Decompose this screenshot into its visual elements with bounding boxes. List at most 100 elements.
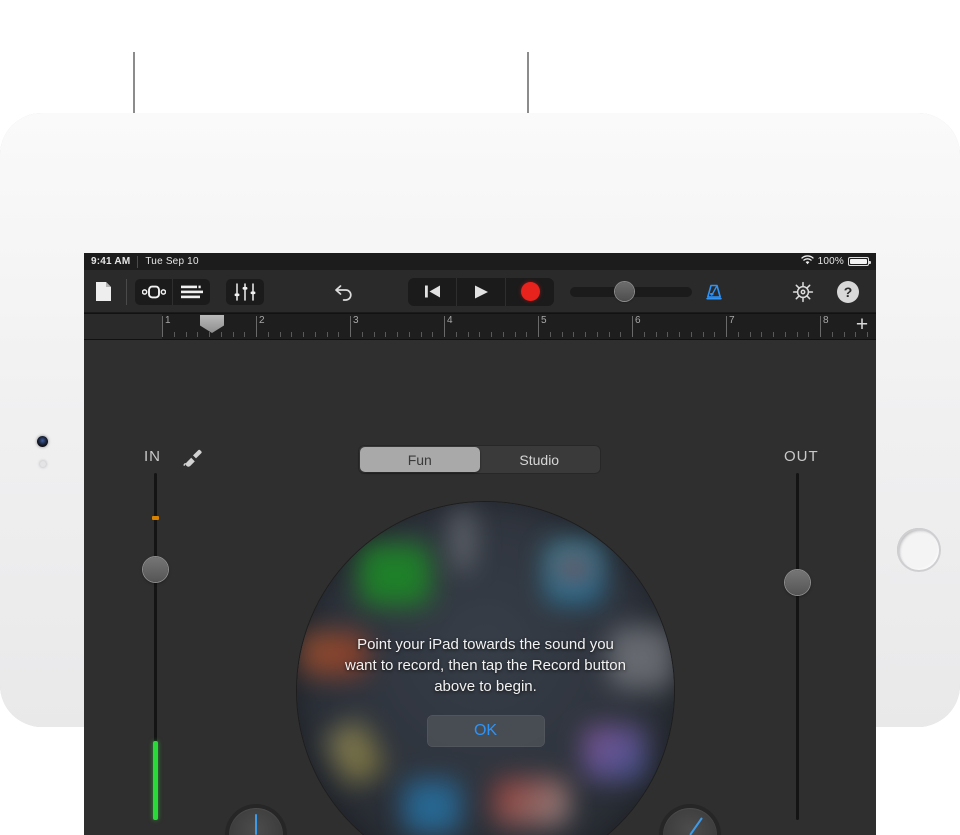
input-level-meter [153,741,158,820]
undo-arrow-icon[interactable] [330,277,360,307]
home-button[interactable] [897,528,941,572]
ruler-beat-tick [561,332,563,337]
ruler-bar-number: 6 [635,315,641,326]
ruler-bar-number: 5 [541,315,547,326]
wifi-icon [800,255,814,268]
battery-fill [850,259,867,264]
play-icon[interactable] [456,277,505,306]
ruler-bar-number: 8 [823,315,829,326]
ruler-beat-tick [855,332,857,337]
transport-controls [408,277,554,306]
audio-recorder-stage: IN Mic Channel OUT Off Monitor F [84,340,876,835]
ruler-beat-tick [867,332,868,337]
ruler-beat-tick [326,332,328,337]
ruler-beat-tick [338,332,340,337]
ruler-beat-tick [185,332,187,337]
status-bar-time: 9:41 AM [91,256,131,267]
status-bar-right-group: 100% [800,255,871,268]
ruler-beat-tick [420,332,422,337]
ruler-beat-tick [514,332,516,337]
ruler-beat-tick [773,332,774,337]
rewind-to-start-icon[interactable] [408,278,456,306]
tone-knob-indicator [255,814,257,835]
ruler-bar-line [632,316,633,337]
timeline-ruler[interactable]: + 12345678 [84,314,876,340]
ruler-beat-tick [479,332,481,337]
ok-button[interactable]: OK [426,715,545,747]
ruler-beat-tick [279,332,281,337]
status-bar-divider [137,255,139,268]
ruler-bar-line [726,316,727,337]
ruler-bar-number: 7 [729,315,735,326]
squeeze-knob-group: Squeeze [662,808,717,835]
ruler-beat-tick [291,332,293,337]
input-label: IN [144,448,161,465]
ruler-beat-tick [397,332,398,337]
ruler-left-pad [84,314,162,339]
ruler-beat-tick [455,332,457,337]
tracks-view-icon[interactable] [172,278,210,305]
battery-icon [848,257,871,266]
battery-percentage: 100% [817,256,844,267]
input-level-slider-thumb[interactable] [143,557,168,582]
tone-knob[interactable] [229,808,283,835]
mode-segmented-control: Fun Studio [358,445,601,474]
instruction-dialog: Point your iPad towards the sound you wa… [297,502,674,835]
ruler-beat-tick [502,332,504,337]
ruler-beat-tick [761,332,763,337]
ruler-beat-tick [209,332,210,337]
mode-tab-fun[interactable]: Fun [360,447,480,472]
status-bar-date: Tue Sep 10 [145,256,199,267]
ruler-bar-number: 1 [165,315,171,326]
dialog-message: Point your iPad towards the sound you wa… [344,636,626,695]
ruler-beat-tick [244,332,246,337]
output-level-slider-thumb[interactable] [785,570,810,595]
squeeze-knob[interactable] [662,808,717,835]
metronome-icon[interactable] [699,277,729,307]
ambient-light-sensor-icon [40,461,46,467]
ruler-beat-tick [232,332,234,337]
gear-icon[interactable] [788,277,818,307]
ruler-beat-tick [667,332,669,337]
playhead[interactable] [200,315,224,333]
ruler-bar-line [820,316,821,337]
ipad-screen: 9:41 AM Tue Sep 10 100% ? + 1 2 3 4 5 6 … [84,253,876,835]
output-label: OUT [784,448,819,465]
ruler-beat-tick [573,332,575,337]
ruler-beat-tick [220,332,222,337]
ruler-beat-tick [679,332,680,337]
ruler-beat-tick [526,332,528,337]
audio-jack-icon[interactable] [182,446,203,472]
ruler-beat-tick [831,332,833,337]
ruler-bar-number: 2 [259,315,265,326]
ruler-beat-tick [303,332,304,337]
ruler-beat-tick [385,332,387,337]
ruler-beat-tick [714,332,716,337]
ruler-bar-line [162,316,163,337]
document-icon[interactable] [84,270,122,313]
ruler-track[interactable]: + 12345678 [162,314,876,339]
record-dot-icon [520,282,540,301]
master-volume-slider[interactable] [570,281,692,301]
loop-browser-icon[interactable] [135,279,172,305]
ruler-bar-line [350,316,351,337]
ruler-beat-tick [596,332,598,337]
squeeze-knob-indicator [688,817,703,835]
ruler-beat-tick [749,332,751,337]
ruler-beat-tick [267,332,269,337]
input-level-marker [152,516,159,520]
ruler-bar-number: 3 [353,315,359,326]
ruler-beat-tick [796,332,798,337]
mixer-faders-icon[interactable] [226,278,264,305]
ruler-beat-tick [808,332,810,337]
record-button[interactable] [505,277,554,306]
ruler-beat-tick [702,332,704,337]
help-button[interactable]: ? [837,280,859,303]
output-level-slider-track[interactable] [796,473,799,820]
tone-knob-group: Tone [229,808,283,835]
master-volume-slider-thumb[interactable] [615,281,634,301]
ruler-beat-tick [784,332,786,337]
ruler-beat-tick [467,332,469,337]
mode-tab-studio[interactable]: Studio [480,447,600,472]
view-mode-group [135,278,210,305]
